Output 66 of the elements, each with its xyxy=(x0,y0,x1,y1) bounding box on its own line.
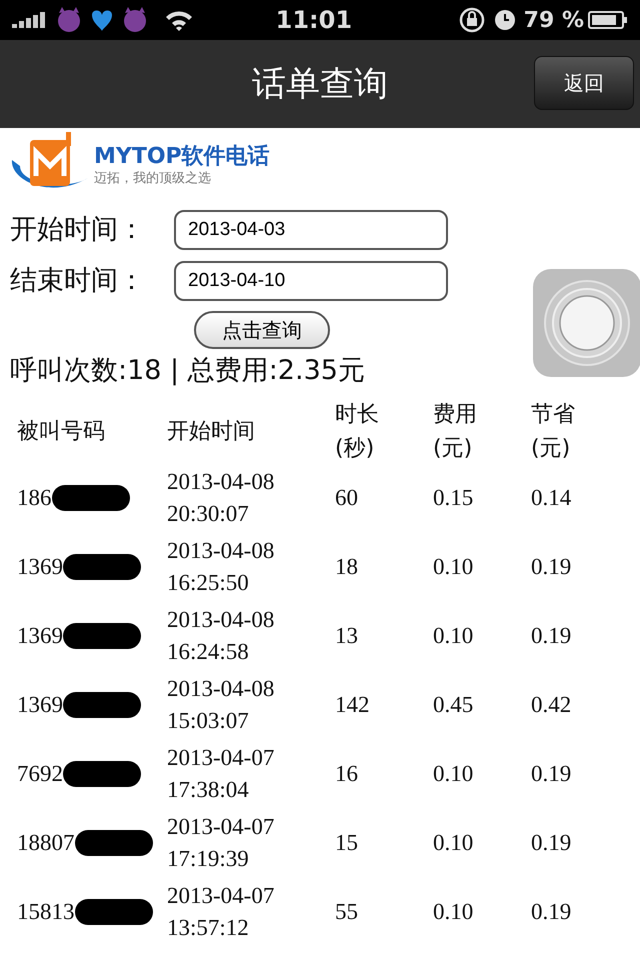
call-summary: 呼叫次数:18 | 总费用:2.35元 xyxy=(9,354,366,388)
cost-cell-text: 0.10 xyxy=(433,760,474,788)
battery-icon xyxy=(588,10,628,30)
duration-cell-text: 15 xyxy=(335,828,359,857)
date-field[interactable]: 2013-04-03 xyxy=(174,210,448,250)
cost-cell-text: 0.10 xyxy=(433,552,474,581)
date-field[interactable]: 2013-04-10 xyxy=(174,260,448,301)
saving-cell-text: 0.42 xyxy=(531,690,572,719)
call-date: 2013-04-08 xyxy=(167,537,276,565)
phone-number: 7692 xyxy=(17,760,63,788)
column-header: 时长 (秒) xyxy=(335,400,380,462)
cost-cell-text: 0.15 xyxy=(433,484,474,512)
brand-name: MYTOP软件电话 xyxy=(94,143,270,171)
duration-cell-text: 60 xyxy=(335,484,359,512)
brand-slogan: 迈拓，我的顶级之选 xyxy=(94,170,212,187)
column-header: 开始时间 xyxy=(167,418,256,446)
duration-cell-text: 18 xyxy=(335,552,359,581)
saving-cell-text: 0.19 xyxy=(531,760,572,788)
rotation-lock-icon xyxy=(458,6,486,34)
call-time: 13:57:12 xyxy=(167,914,250,942)
call-date: 2013-04-07 xyxy=(167,882,276,910)
phone-number: 18807 xyxy=(17,828,74,857)
phone-number: 1369 xyxy=(17,690,63,719)
call-time: 20:30:07 xyxy=(167,500,250,528)
column-header: 节省 (元) xyxy=(531,400,576,462)
call-date: 2013-04-08 xyxy=(167,675,276,703)
call-date: 2013-04-08 xyxy=(167,468,276,496)
call-date: 2013-04-07 xyxy=(167,744,276,772)
call-time: 16:25:50 xyxy=(167,569,250,597)
phone-number: 186 xyxy=(17,484,52,512)
saving-cell-text: 0.19 xyxy=(531,828,572,857)
assistive-touch-button[interactable] xyxy=(533,269,640,377)
duration-cell-text: 16 xyxy=(335,760,359,788)
phone-number: 15813 xyxy=(17,898,74,926)
saving-cell-text: 0.19 xyxy=(531,622,572,650)
call-time: 16:24:58 xyxy=(167,638,250,666)
call-date: 2013-04-07 xyxy=(167,813,276,841)
saving-cell-text: 0.19 xyxy=(531,898,572,926)
duration-cell-text: 142 xyxy=(335,690,370,719)
saving-cell-text: 0.14 xyxy=(531,484,572,512)
column-header: 费用 (元) xyxy=(433,400,478,462)
battery-percent: 79 % xyxy=(524,6,584,34)
signal-icon xyxy=(12,12,48,28)
column-header: 被叫号码 xyxy=(17,418,106,446)
call-time: 17:38:04 xyxy=(167,776,250,804)
field-label: 开始时间： xyxy=(10,213,146,247)
wifi-icon xyxy=(164,9,194,31)
cost-cell-text: 0.10 xyxy=(433,622,474,650)
call-date: 2013-04-08 xyxy=(167,606,276,634)
cost-cell-text: 0.10 xyxy=(433,828,474,857)
call-time: 15:03:07 xyxy=(167,707,250,735)
duration-cell-text: 55 xyxy=(335,898,359,926)
cost-cell-text: 0.45 xyxy=(433,690,474,719)
back-button[interactable]: 返回 xyxy=(534,56,634,110)
cost-cell-text: 0.10 xyxy=(433,898,474,926)
call-time: 17:19:39 xyxy=(167,845,250,873)
clock-time: 11:01 xyxy=(276,5,352,36)
phone-number: 1369 xyxy=(17,552,63,581)
duration-cell-text: 13 xyxy=(335,622,359,650)
page-title: 话单查询 xyxy=(252,62,388,106)
query-button[interactable]: 点击查询 xyxy=(194,311,330,349)
circle-icon xyxy=(543,279,631,367)
phone-number: 1369 xyxy=(17,622,63,650)
saving-cell-text: 0.19 xyxy=(531,552,572,581)
field-label: 结束时间： xyxy=(10,264,146,298)
emoji-icon xyxy=(56,7,148,33)
